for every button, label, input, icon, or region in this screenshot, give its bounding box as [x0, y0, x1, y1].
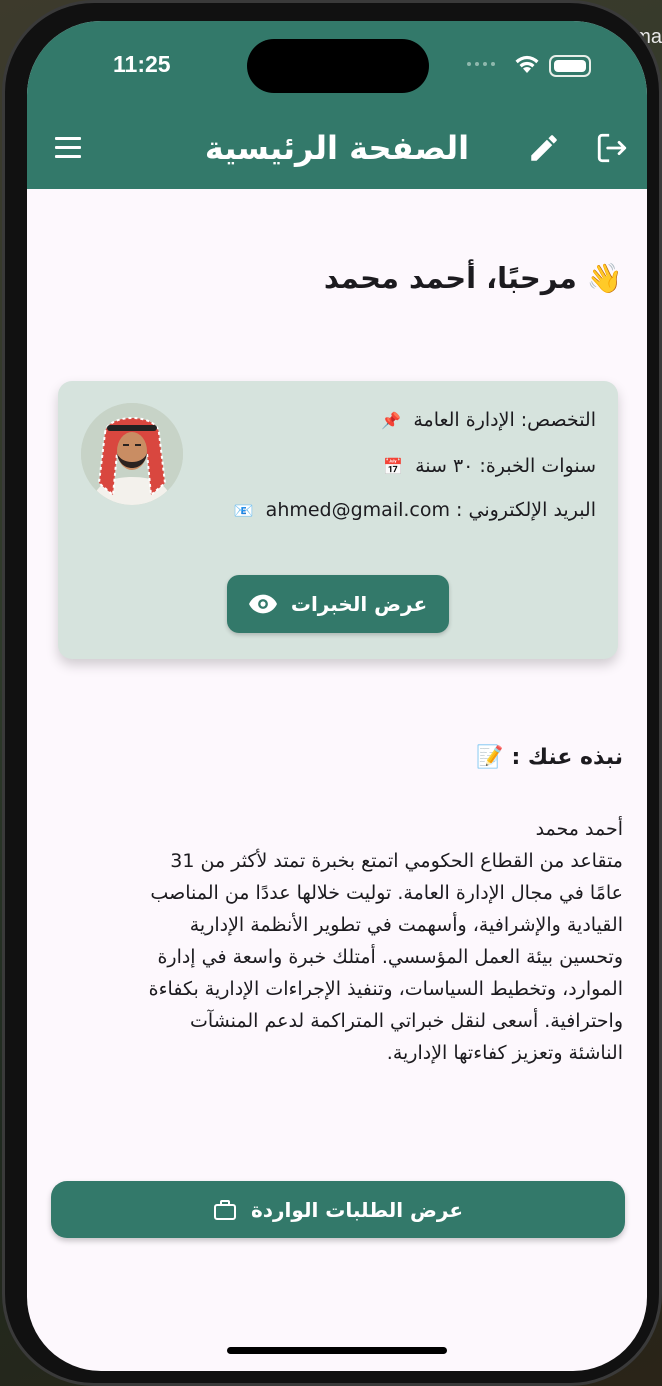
status-time: 11:25 — [113, 51, 171, 77]
specialization-text: التخصص: الإدارة العامة — [413, 409, 596, 431]
specialization-row: التخصص: الإدارة العامة 📌 — [381, 409, 596, 431]
experience-years-row: سنوات الخبرة: ٣٠ سنة 📅 — [383, 455, 596, 477]
battery-icon — [549, 55, 591, 77]
signal-icon — [467, 62, 495, 66]
app-bar: 11:25 الصفحة الرئيسية — [27, 21, 647, 189]
app-screen: 11:25 الصفحة الرئيسية 👋 مرحبًا، أحمد محم… — [27, 21, 647, 1371]
show-experience-button[interactable]: عرض الخبرات — [227, 575, 449, 633]
wifi-icon — [515, 55, 539, 73]
home-indicator[interactable] — [227, 1347, 447, 1354]
pin-icon: 📌 — [381, 411, 402, 430]
eye-icon — [248, 594, 277, 614]
avatar-illustration — [81, 403, 183, 505]
incoming-requests-label: عرض الطلبات الواردة — [250, 1197, 464, 1222]
email-text: البريد الإلكتروني : ahmed@gmail.com — [265, 499, 596, 521]
welcome-heading: 👋 مرحبًا، أحمد محمد — [323, 261, 623, 295]
logout-icon[interactable] — [595, 131, 629, 165]
envelope-icon: 📧 — [233, 501, 254, 520]
profile-card: التخصص: الإدارة العامة 📌 سنوات الخبرة: ٣… — [58, 381, 618, 659]
incoming-requests-button[interactable]: عرض الطلبات الواردة — [51, 1181, 625, 1238]
about-paragraph: أحمد محمد متقاعد من القطاع الحكومي اتمتع… — [148, 818, 623, 1064]
email-row: البريد الإلكتروني : ahmed@gmail.com 📧 — [234, 499, 596, 521]
show-experience-label: عرض الخبرات — [290, 592, 428, 616]
briefcase-icon — [213, 1199, 236, 1220]
about-heading: نبذه عنك : 📝 — [476, 745, 623, 770]
calendar-icon: 📅 — [383, 457, 404, 476]
experience-years-text: سنوات الخبرة: ٣٠ سنة — [415, 455, 596, 477]
phone-frame: 11:25 الصفحة الرئيسية 👋 مرحبًا، أحمد محم… — [2, 0, 662, 1386]
status-icons — [467, 53, 597, 79]
avatar — [81, 403, 183, 505]
dynamic-island — [247, 39, 429, 93]
edit-icon[interactable] — [527, 131, 561, 165]
